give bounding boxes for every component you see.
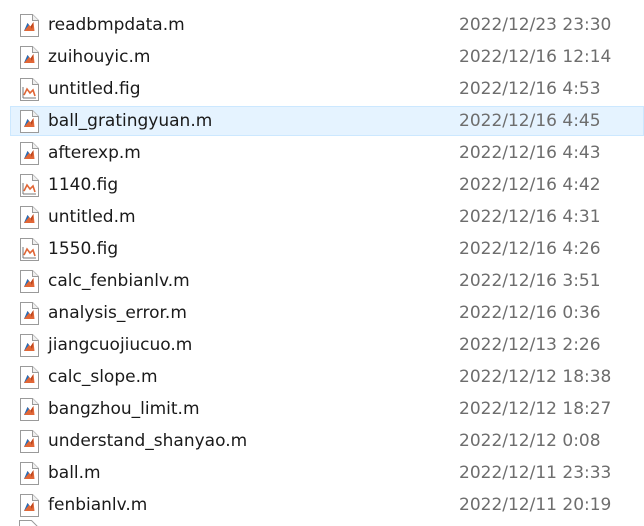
matlab-script-icon: [19, 334, 40, 357]
file-name[interactable]: calc_slope.m: [48, 363, 158, 391]
file-modified-date: 2022/12/16 4:45: [459, 111, 601, 131]
file-modified-date: 2022/12/16 4:26: [459, 239, 601, 259]
file-modified-date: 2022/12/23 23:30: [459, 15, 612, 35]
matlab-script-icon: [19, 430, 40, 453]
matlab-script-icon: [19, 366, 40, 389]
matlab-script-icon: [19, 206, 40, 229]
matlab-script-icon: [19, 462, 40, 485]
file-row[interactable]: jiangcuojiucuo.m 2022/12/13 2:26: [10, 330, 644, 360]
file-name[interactable]: 1140.fig: [48, 171, 118, 199]
file-row[interactable]: 1550.fig 2022/12/16 4:26: [10, 234, 644, 264]
file-name[interactable]: ball.m: [48, 459, 101, 487]
matlab-script-icon: [19, 142, 40, 165]
file-row[interactable]: untitled.fig 2022/12/16 4:53: [10, 74, 644, 104]
file-row[interactable]: calc_fenbianlv.m 2022/12/16 3:51: [10, 266, 644, 296]
file-name[interactable]: analysis_error.m: [48, 299, 187, 327]
matlab-figure-icon: [19, 174, 40, 197]
file-list: readbmpdata.m 2022/12/23 23:30 zuihouyic.…: [0, 0, 644, 526]
file-modified-date: 2022/12/13 2:26: [459, 335, 601, 355]
file-name[interactable]: fenbianlv.m: [48, 491, 147, 519]
file-name[interactable]: readbmpdata.m: [48, 11, 185, 39]
file-name[interactable]: untitled.fig: [48, 75, 140, 103]
file-modified-date: 2022/12/16 0:36: [459, 303, 601, 323]
matlab-script-icon: [19, 110, 40, 133]
file-row[interactable]: afterexp.m 2022/12/16 4:43: [10, 138, 644, 168]
file-row[interactable]: bangzhou_limit.m 2022/12/12 18:27: [10, 394, 644, 424]
file-row[interactable]: readbmpdata.m 2022/12/23 23:30: [10, 10, 644, 40]
file-name[interactable]: ball_gratingyuan.m: [48, 107, 212, 135]
file-row[interactable]: fenbianlv.m 2022/12/11 20:19: [10, 490, 644, 520]
matlab-script-icon: [19, 302, 40, 325]
file-row[interactable]: ball_gratingyuan.m 2022/12/16 4:45: [10, 106, 644, 136]
file-row[interactable]: untitled.m 2022/12/16 4:31: [10, 202, 644, 232]
file-name[interactable]: zuihouyic.m: [48, 43, 150, 71]
file-modified-date: 2022/12/16 3:51: [459, 271, 601, 291]
file-row[interactable]: ball.m 2022/12/11 23:33: [10, 458, 644, 488]
file-name[interactable]: untitled.m: [48, 203, 136, 231]
matlab-script-icon: [19, 14, 40, 37]
file-modified-date: 2022/12/16 4:42: [459, 175, 601, 195]
matlab-figure-icon: [19, 78, 40, 101]
file-name[interactable]: understand_shanyao.m: [48, 427, 247, 455]
file-row[interactable]: zuihouyic.m 2022/12/16 12:14: [10, 42, 644, 72]
file-name[interactable]: jiangcuojiucuo.m: [48, 331, 192, 359]
matlab-script-icon: [19, 398, 40, 421]
file-name[interactable]: bangzhou_limit.m: [48, 395, 200, 423]
file-modified-date: 2022/12/16 4:53: [459, 79, 601, 99]
file-modified-date: 2022/12/12 18:38: [459, 367, 612, 387]
matlab-script-icon: [19, 494, 40, 517]
matlab-script-icon: [19, 270, 40, 293]
file-modified-date: 2022/12/16 4:31: [459, 207, 601, 227]
file-row[interactable]: analysis_error.m 2022/12/16 0:36: [10, 298, 644, 328]
file-modified-date: 2022/12/11 23:33: [459, 463, 612, 483]
file-name[interactable]: 1550.fig: [48, 235, 118, 263]
file-modified-date: 2022/12/11 20:19: [459, 495, 612, 515]
file-row[interactable]: 1140.fig 2022/12/16 4:42: [10, 170, 644, 200]
file-row[interactable]: understand_shanyao.m 2022/12/12 0:08: [10, 426, 644, 456]
matlab-script-icon: [18, 520, 39, 526]
file-modified-date: 2022/12/12 18:27: [459, 399, 612, 419]
matlab-figure-icon: [19, 238, 40, 261]
file-modified-date: 2022/12/16 12:14: [459, 47, 612, 67]
file-row[interactable]: calc_slope.m 2022/12/12 18:38: [10, 362, 644, 392]
file-modified-date: 2022/12/16 4:43: [459, 143, 601, 163]
file-modified-date: 2022/12/12 0:08: [459, 431, 601, 451]
file-name[interactable]: afterexp.m: [48, 139, 141, 167]
file-name[interactable]: calc_fenbianlv.m: [48, 267, 190, 295]
matlab-script-icon: [19, 46, 40, 69]
